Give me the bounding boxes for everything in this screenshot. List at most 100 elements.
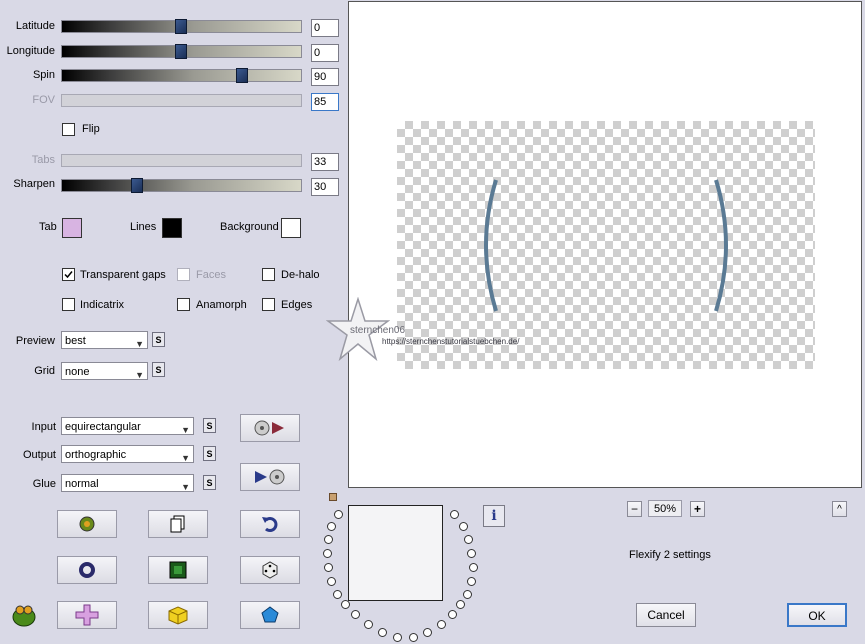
settings-slot-dot[interactable]	[463, 590, 472, 599]
play-globe-icon	[255, 469, 285, 485]
tab-color-swatch[interactable]	[62, 218, 82, 238]
frog-settings-button[interactable]	[57, 510, 117, 538]
grid-select[interactable]: none ▼	[61, 362, 148, 380]
spin-label: Spin	[32, 69, 55, 81]
settings-slot-dot[interactable]	[324, 535, 333, 544]
collapse-button[interactable]: ^	[832, 501, 847, 517]
settings-slot-dot[interactable]	[464, 535, 473, 544]
settings-slot-dot[interactable]	[351, 610, 360, 619]
settings-slot-dot[interactable]	[333, 590, 342, 599]
transparent-gaps-checkbox[interactable]	[62, 268, 75, 281]
latitude-input[interactable]: 0	[311, 19, 339, 37]
ring-icon	[79, 562, 95, 578]
dice-button[interactable]	[240, 556, 300, 584]
sharpen-thumb[interactable]	[131, 178, 143, 193]
grid-label: Grid	[34, 365, 55, 377]
lines-color-swatch[interactable]	[162, 218, 182, 238]
settings-thumbnail[interactable]	[348, 505, 443, 601]
settings-slot-dot[interactable]	[378, 628, 387, 637]
input-s-button[interactable]: S	[203, 418, 216, 433]
settings-slot-dot[interactable]	[393, 633, 402, 642]
watermark-url: https://sternchenstutorialstuebchen.de/	[382, 337, 520, 346]
preview-select[interactable]: best ▼	[61, 331, 148, 349]
transparent-preview-image	[397, 121, 815, 369]
settings-slot-dot[interactable]	[469, 563, 478, 572]
settings-slot-dot[interactable]	[437, 620, 446, 629]
output-to-input-button[interactable]	[240, 463, 300, 491]
cancel-button[interactable]: Cancel	[636, 603, 696, 627]
copy-button[interactable]	[148, 510, 208, 538]
sharpen-input[interactable]: 30	[311, 178, 339, 196]
faces-label: Faces	[196, 269, 226, 281]
fov-label: FOV	[32, 94, 55, 106]
latitude-label: Latitude	[15, 20, 55, 32]
latitude-slider[interactable]	[61, 19, 302, 34]
undo-icon	[262, 517, 278, 532]
cube-icon	[168, 606, 188, 625]
settings-handle-icon[interactable]	[329, 493, 337, 501]
settings-slot-dot[interactable]	[467, 549, 476, 558]
background-color-swatch[interactable]	[281, 218, 301, 238]
settings-slot-dot[interactable]	[327, 577, 336, 586]
longitude-slider[interactable]	[61, 44, 302, 59]
anamorph-checkbox[interactable]	[177, 298, 190, 311]
ring-button[interactable]	[57, 556, 117, 584]
settings-slot-dot[interactable]	[324, 563, 333, 572]
cross-button[interactable]	[57, 601, 117, 629]
settings-slot-dot[interactable]	[459, 522, 468, 531]
spin-slider[interactable]	[61, 68, 302, 83]
fov-input[interactable]: 85	[311, 93, 339, 111]
grid-value: none	[65, 366, 90, 378]
edges-checkbox[interactable]	[262, 298, 275, 311]
spin-thumb[interactable]	[236, 68, 248, 83]
input-value: equirectangular	[65, 421, 141, 433]
undo-button[interactable]	[240, 510, 300, 538]
glue-label: Glue	[32, 478, 56, 490]
grid-s-button[interactable]: S	[152, 362, 165, 377]
de-halo-label: De-halo	[281, 269, 320, 281]
pentagon-button[interactable]	[240, 601, 300, 629]
left-arc-shape	[484, 179, 498, 312]
glue-select[interactable]: normal ▼	[61, 474, 194, 492]
settings-slot-dot[interactable]	[341, 600, 350, 609]
latitude-thumb[interactable]	[175, 19, 187, 34]
output-select[interactable]: orthographic ▼	[61, 445, 194, 463]
zoom-out-button[interactable]: −	[627, 501, 642, 517]
longitude-input[interactable]: 0	[311, 44, 339, 62]
glue-value: normal	[65, 478, 99, 490]
flip-checkbox[interactable]	[62, 123, 75, 136]
settings-slot-dot[interactable]	[450, 510, 459, 519]
de-halo-checkbox[interactable]	[262, 268, 275, 281]
info-button[interactable]: i	[483, 505, 505, 527]
frog-logo-icon	[12, 605, 36, 627]
preview-label: Preview	[15, 335, 55, 347]
tabs-input[interactable]: 33	[311, 153, 339, 171]
sharpen-slider[interactable]	[61, 178, 302, 193]
fov-slider	[61, 94, 302, 107]
spin-input[interactable]: 90	[311, 68, 339, 86]
settings-slot-dot[interactable]	[448, 610, 457, 619]
cube-button[interactable]	[148, 601, 208, 629]
settings-slot-dot[interactable]	[334, 510, 343, 519]
settings-slot-dot[interactable]	[423, 628, 432, 637]
chevron-down-icon: ▼	[135, 339, 144, 349]
lines-color-label: Lines	[130, 221, 157, 233]
settings-slot-dot[interactable]	[323, 549, 332, 558]
settings-slot-dot[interactable]	[364, 620, 373, 629]
input-to-output-button[interactable]	[240, 414, 300, 442]
input-select[interactable]: equirectangular ▼	[61, 417, 194, 435]
settings-slot-dot[interactable]	[456, 600, 465, 609]
indicatrix-checkbox[interactable]	[62, 298, 75, 311]
background-color-label: Background	[220, 221, 279, 233]
settings-slot-dot[interactable]	[467, 577, 476, 586]
watermark-name: sternchen06	[350, 325, 406, 336]
output-s-button[interactable]: S	[203, 446, 216, 461]
zoom-in-button[interactable]: +	[690, 501, 705, 517]
longitude-thumb[interactable]	[175, 44, 187, 59]
frame-button[interactable]	[148, 556, 208, 584]
settings-slot-dot[interactable]	[409, 633, 418, 642]
glue-s-button[interactable]: S	[203, 475, 216, 490]
ok-button[interactable]: OK	[787, 603, 847, 627]
settings-slot-dot[interactable]	[327, 522, 336, 531]
preview-s-button[interactable]: S	[152, 332, 165, 347]
